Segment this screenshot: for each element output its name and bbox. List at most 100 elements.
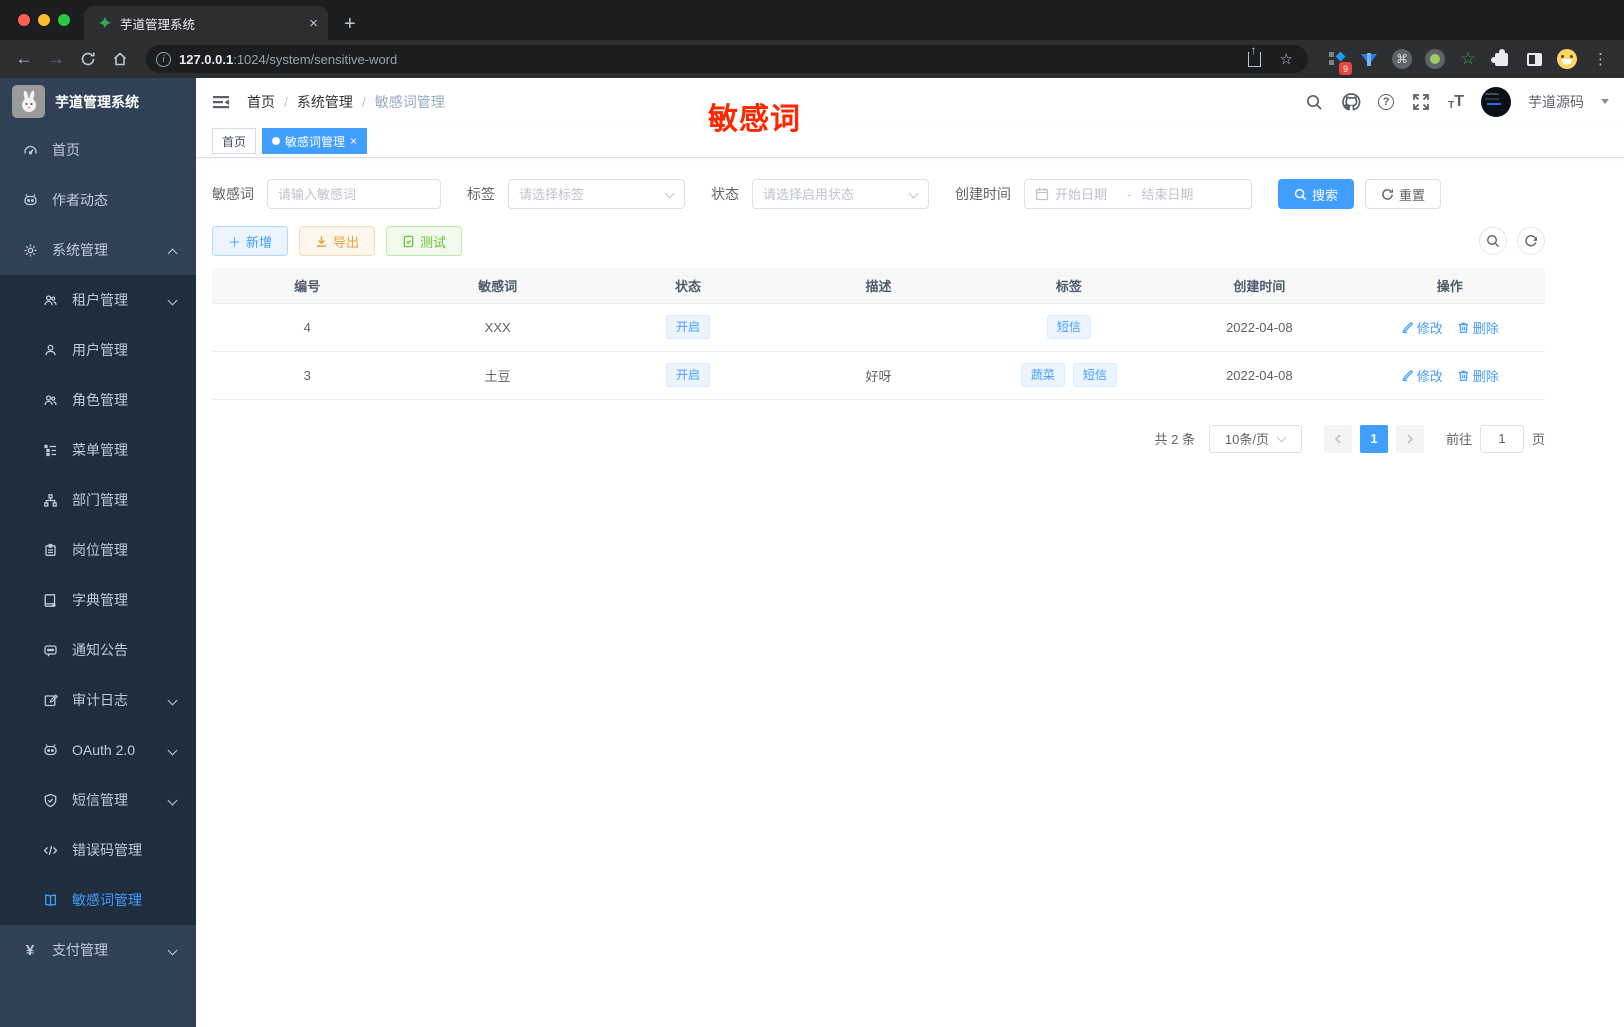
sidebar-item-label: 敏感词管理 (72, 892, 142, 908)
extension-grid-icon[interactable]: 9 (1324, 47, 1352, 75)
font-size-icon[interactable]: TT (1448, 93, 1464, 111)
column-header: 状态 (592, 268, 784, 303)
cell-description (783, 303, 974, 352)
delete-link[interactable]: 删除 (1457, 366, 1499, 385)
sidebar-item-支付管理[interactable]: ¥ 支付管理 (0, 925, 196, 975)
cell-actions: 修改 删除 (1354, 351, 1545, 400)
help-icon[interactable]: ? (1378, 93, 1395, 110)
close-tag-icon[interactable]: × (350, 134, 357, 148)
sidebar-item-字典管理[interactable]: 字典管理 (0, 575, 196, 625)
sidebar-item-用户管理[interactable]: 用户管理 (0, 325, 196, 375)
sidebar-item-label: 用户管理 (72, 342, 128, 358)
author-chat-icon (22, 193, 38, 208)
window-minimize-button[interactable] (38, 14, 50, 26)
profile-avatar-icon[interactable] (1555, 47, 1579, 71)
sidebar-item-菜单管理[interactable]: 菜单管理 (0, 425, 196, 475)
sidebar-item-首页[interactable]: 首页 (0, 125, 196, 175)
sidebar-item-OAuth-2.0[interactable]: OAuth 2.0 (0, 725, 196, 775)
current-page-button[interactable]: 1 (1359, 424, 1388, 453)
sidebar-item-敏感词管理[interactable]: 敏感词管理 (0, 875, 196, 925)
search-icon[interactable] (1304, 92, 1324, 112)
user-menu-caret-icon[interactable] (1601, 99, 1609, 104)
site-info-icon[interactable]: i (156, 51, 171, 67)
reload-icon[interactable] (74, 45, 102, 73)
window-close-button[interactable] (18, 14, 30, 26)
delete-link[interactable]: 删除 (1457, 318, 1499, 337)
extension-funnel-icon[interactable] (1357, 47, 1381, 71)
sidebar-item-角色管理[interactable]: 角色管理 (0, 375, 196, 425)
search-button[interactable]: 搜索 (1278, 179, 1355, 209)
sidebar-item-租户管理[interactable]: 租户管理 (0, 275, 196, 325)
start-date-input[interactable] (1055, 186, 1117, 202)
breadcrumb-home[interactable]: 首页 (247, 92, 275, 112)
date-range-picker[interactable]: - (1024, 179, 1252, 209)
filter-form: 敏感词 标签 状态 创建时间 (212, 179, 1545, 209)
username-label: 芋道源码 (1528, 93, 1584, 110)
breadcrumb-current: 敏感词管理 (374, 93, 445, 110)
sidebar-item-作者动态[interactable]: 作者动态 (0, 175, 196, 225)
extension-record-icon[interactable] (1423, 47, 1447, 71)
status-select-input[interactable] (763, 186, 903, 202)
browser-menu-icon[interactable]: ⋮ (1587, 50, 1614, 68)
view-tag-首页[interactable]: 首页 (212, 128, 257, 154)
back-icon[interactable]: ← (10, 45, 38, 73)
tag-select[interactable] (508, 179, 685, 209)
toggle-search-button[interactable] (1479, 227, 1507, 255)
cell-word: 土豆 (402, 351, 593, 400)
end-date-input[interactable] (1141, 186, 1204, 202)
trash-icon (1458, 322, 1468, 333)
sidebar-item-label: 租户管理 (72, 292, 128, 308)
new-tab-button[interactable]: + (344, 13, 356, 36)
export-button[interactable]: 导出 (299, 226, 376, 256)
prev-page-button[interactable] (1323, 424, 1352, 453)
sidebar-item-短信管理[interactable]: 短信管理 (0, 775, 196, 825)
cell-create-time: 2022-04-08 (1164, 351, 1355, 400)
user-avatar[interactable] (1481, 86, 1511, 117)
tab-close-icon[interactable]: × (309, 15, 318, 32)
fullscreen-icon[interactable] (1411, 92, 1431, 112)
refresh-button[interactable] (1517, 227, 1545, 255)
next-page-button[interactable] (1395, 424, 1424, 453)
sidebar-item-错误码管理[interactable]: 错误码管理 (0, 825, 196, 875)
breadcrumb-section[interactable]: 系统管理 (297, 92, 353, 112)
column-header: 操作 (1354, 268, 1545, 303)
page-size-select[interactable]: 10条/页 (1208, 424, 1302, 453)
tag-select-input[interactable] (519, 186, 659, 202)
view-tag-敏感词管理[interactable]: 敏感词管理 × (262, 128, 368, 154)
sidebar-item-岗位管理[interactable]: 岗位管理 (0, 525, 196, 575)
url-bar[interactable]: i 127.0.0.1:1024/system/sensitive-word ☆ (146, 43, 1308, 73)
test-button[interactable]: 测试 (386, 226, 463, 256)
share-icon[interactable] (1247, 43, 1261, 67)
forward-icon[interactable]: → (42, 45, 70, 73)
github-icon[interactable] (1341, 92, 1361, 112)
sidebar-toggle-icon[interactable] (211, 92, 231, 112)
sidebar-item-系统管理[interactable]: 系统管理 (0, 225, 196, 275)
reset-button[interactable]: 重置 (1365, 179, 1442, 209)
sidebar-item-label: 首页 (52, 142, 80, 158)
side-panel-icon[interactable] (1522, 47, 1546, 71)
extensions-puzzle-icon[interactable] (1489, 47, 1513, 71)
sidebar-item-通知公告[interactable]: 通知公告 (0, 625, 196, 675)
edit-link[interactable]: 修改 (1401, 366, 1443, 385)
view-tag-label: 敏感词管理 (285, 134, 346, 149)
extension-command-icon[interactable]: ⌘ (1390, 47, 1414, 71)
home-icon[interactable] (106, 45, 134, 73)
pay-icon: ¥ (25, 941, 35, 959)
status-select[interactable] (752, 179, 929, 209)
cell-status: 开启 (592, 351, 784, 400)
goto-page-input[interactable] (1479, 424, 1524, 453)
sidebar-item-部门管理[interactable]: 部门管理 (0, 475, 196, 525)
add-button[interactable]: ＋新增 (212, 226, 289, 256)
edit-link[interactable]: 修改 (1401, 318, 1443, 337)
keyword-input[interactable] (278, 186, 430, 202)
sidebar-item-label: 作者动态 (52, 192, 108, 208)
sidebar-item-label: 通知公告 (72, 642, 128, 658)
extension-star-icon[interactable]: ☆ (1456, 47, 1480, 71)
dept-icon (42, 493, 58, 508)
bookmark-star-icon[interactable]: ☆ (1275, 50, 1298, 68)
sidebar-item-审计日志[interactable]: 审计日志 (0, 675, 196, 725)
chevron-down-icon (168, 745, 178, 755)
sms-shield-icon (42, 793, 58, 808)
browser-tab[interactable]: 芋道管理系统 × (84, 6, 328, 40)
window-zoom-button[interactable] (58, 14, 70, 26)
